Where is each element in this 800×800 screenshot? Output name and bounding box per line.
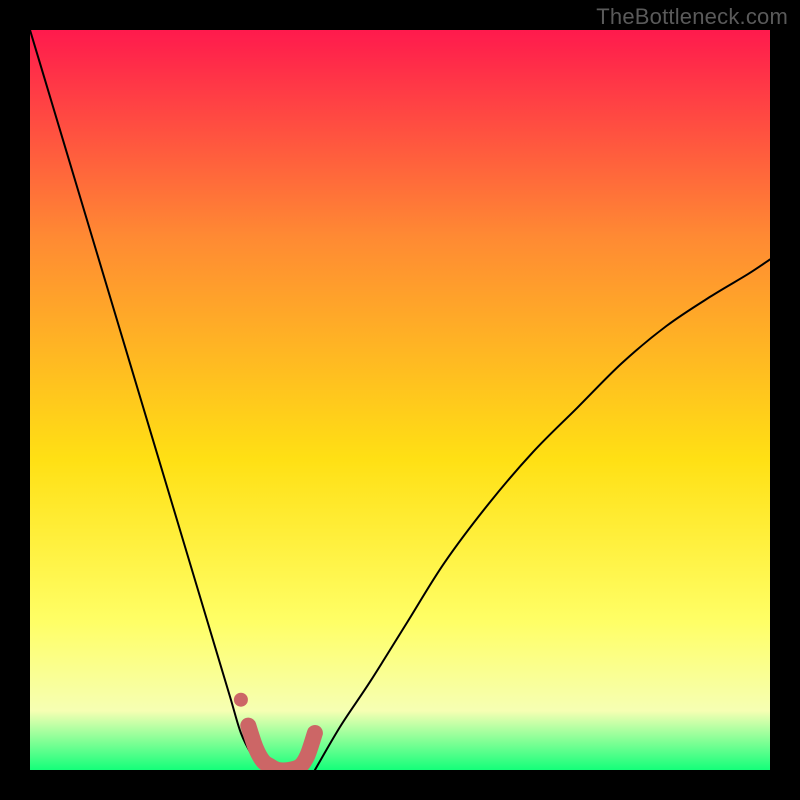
watermark-text: TheBottleneck.com <box>596 4 788 30</box>
chart-svg <box>30 30 770 770</box>
marker-overlay-dot <box>234 693 248 707</box>
plot-area <box>30 30 770 770</box>
chart-frame: TheBottleneck.com <box>0 0 800 800</box>
